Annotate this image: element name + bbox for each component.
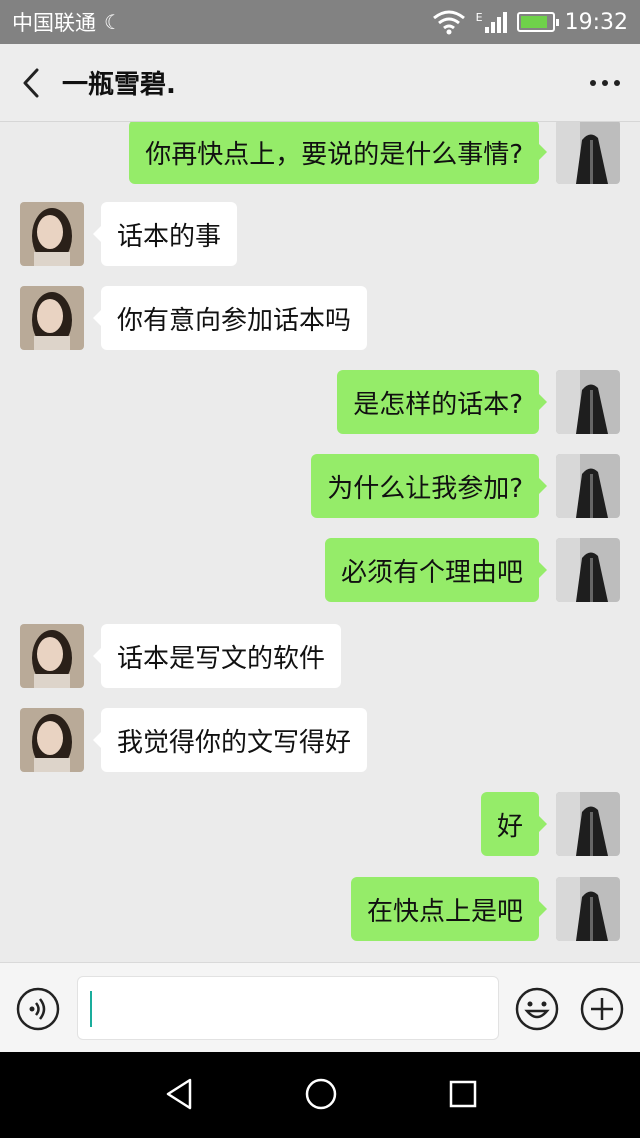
message-bubble[interactable]: 话本是写文的软件 — [92, 624, 342, 688]
emoji-icon — [515, 987, 559, 1031]
message-bubble[interactable]: 你有意向参加话本吗 — [92, 286, 368, 350]
message-bubble[interactable]: 必须有个理由吧 — [324, 538, 548, 602]
back-button[interactable] — [0, 44, 62, 122]
signal-icon: E — [476, 11, 507, 33]
contact-avatar[interactable] — [20, 202, 84, 266]
emoji-button[interactable] — [515, 987, 559, 1031]
text-cursor — [90, 991, 92, 1027]
my-avatar[interactable] — [556, 877, 620, 941]
message-bubble[interactable]: 在快点上是吧 — [350, 877, 548, 941]
my-avatar[interactable] — [556, 454, 620, 518]
contact-avatar[interactable] — [20, 708, 84, 772]
nav-back-button[interactable] — [158, 1072, 202, 1116]
contact-avatar[interactable] — [20, 624, 84, 688]
battery-icon — [516, 12, 559, 32]
chevron-left-icon — [23, 68, 39, 97]
message-outgoing: 必须有个理由吧 — [0, 538, 640, 604]
message-outgoing: 为什么让我参加? — [0, 454, 640, 520]
nav-recent-button[interactable] — [441, 1072, 485, 1116]
message-list[interactable]: 你再快点上，要说的是什么事情? 话本的事 你有意向参加话本吗 是怎样的话本? 为… — [0, 122, 640, 962]
chat-header: 一瓶雪碧. — [0, 44, 640, 122]
my-avatar[interactable] — [556, 792, 620, 856]
chat-title: 一瓶雪碧. — [62, 70, 176, 100]
message-bubble[interactable]: 我觉得你的文写得好 — [92, 708, 368, 772]
message-incoming: 我觉得你的文写得好 — [0, 708, 640, 774]
more-functions-button[interactable] — [580, 987, 624, 1031]
message-bubble[interactable]: 好 — [480, 792, 548, 856]
clock: 19:32 — [564, 9, 628, 35]
message-outgoing: 好 — [0, 792, 640, 858]
message-incoming: 你有意向参加话本吗 — [0, 286, 640, 352]
my-avatar[interactable] — [556, 370, 620, 434]
message-bubble[interactable]: 话本的事 — [92, 202, 238, 266]
my-avatar[interactable] — [556, 122, 620, 184]
status-bar: 中国联通 ☾ E 19:32 — [0, 0, 640, 44]
more-button[interactable] — [570, 44, 640, 122]
voice-icon — [16, 987, 60, 1031]
message-outgoing: 在快点上是吧 — [0, 877, 640, 943]
system-nav-bar — [0, 1052, 640, 1138]
message-outgoing: 是怎样的话本? — [0, 370, 640, 436]
message-incoming: 话本的事 — [0, 202, 640, 268]
message-bubble[interactable]: 是怎样的话本? — [337, 370, 547, 434]
circle-home-icon — [305, 1078, 337, 1110]
carrier-name: 中国联通 — [12, 11, 96, 35]
input-bar — [0, 962, 640, 1052]
message-outgoing: 你再快点上，要说的是什么事情? — [0, 122, 640, 186]
square-recent-icon — [449, 1080, 477, 1108]
nav-home-button[interactable] — [299, 1072, 343, 1116]
triangle-back-icon — [166, 1078, 192, 1110]
moon-icon: ☾ — [104, 10, 122, 34]
plus-icon — [580, 987, 624, 1031]
message-input[interactable] — [77, 976, 499, 1040]
wifi-icon — [432, 10, 465, 35]
network-type: E — [475, 11, 483, 24]
my-avatar[interactable] — [556, 538, 620, 602]
voice-button[interactable] — [16, 987, 60, 1031]
message-incoming: 话本是写文的软件 — [0, 624, 640, 690]
contact-avatar[interactable] — [20, 286, 84, 350]
more-dots-icon — [590, 79, 620, 86]
message-bubble[interactable]: 为什么让我参加? — [311, 454, 547, 518]
message-bubble[interactable]: 你再快点上，要说的是什么事情? — [129, 122, 547, 184]
